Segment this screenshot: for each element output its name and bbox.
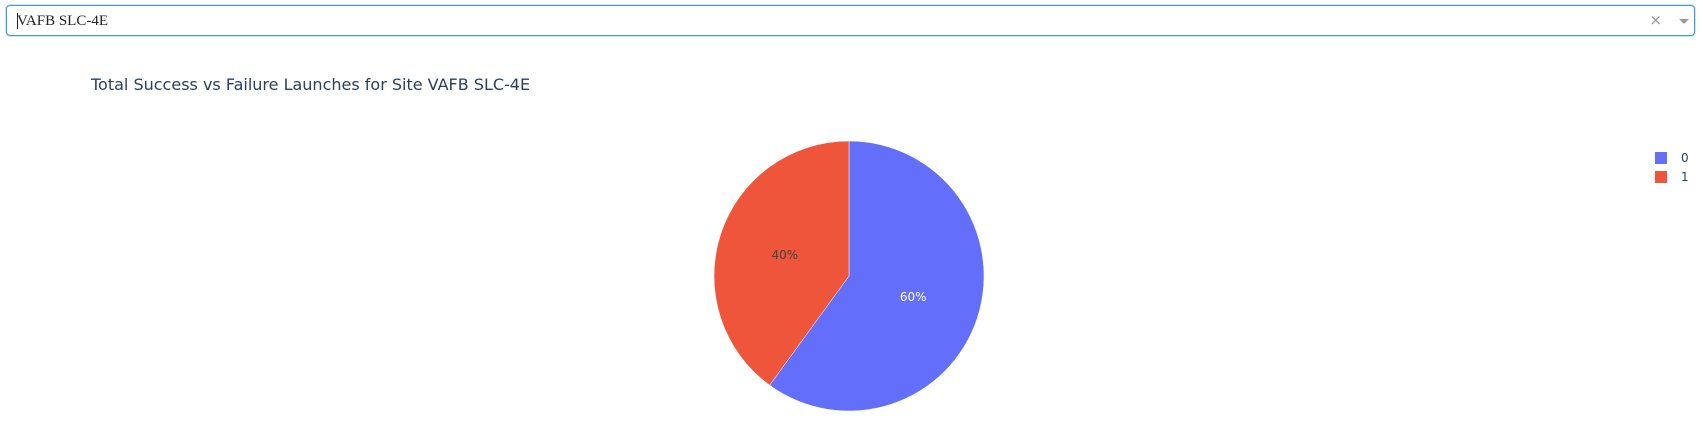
legend-item-1[interactable]: 1 — [1655, 167, 1689, 186]
chart-legend: 0 1 — [1655, 148, 1689, 186]
legend-item-0[interactable]: 0 — [1655, 148, 1689, 167]
pie-slice-label-0: 60% — [900, 290, 927, 304]
legend-label-1: 1 — [1681, 169, 1689, 184]
pie-chart: 60% 40% — [713, 140, 985, 412]
legend-swatch-0 — [1655, 151, 1667, 164]
legend-label-0: 0 — [1681, 150, 1689, 165]
legend-swatch-1 — [1655, 170, 1667, 183]
pie-slice-label-1: 40% — [771, 248, 798, 262]
